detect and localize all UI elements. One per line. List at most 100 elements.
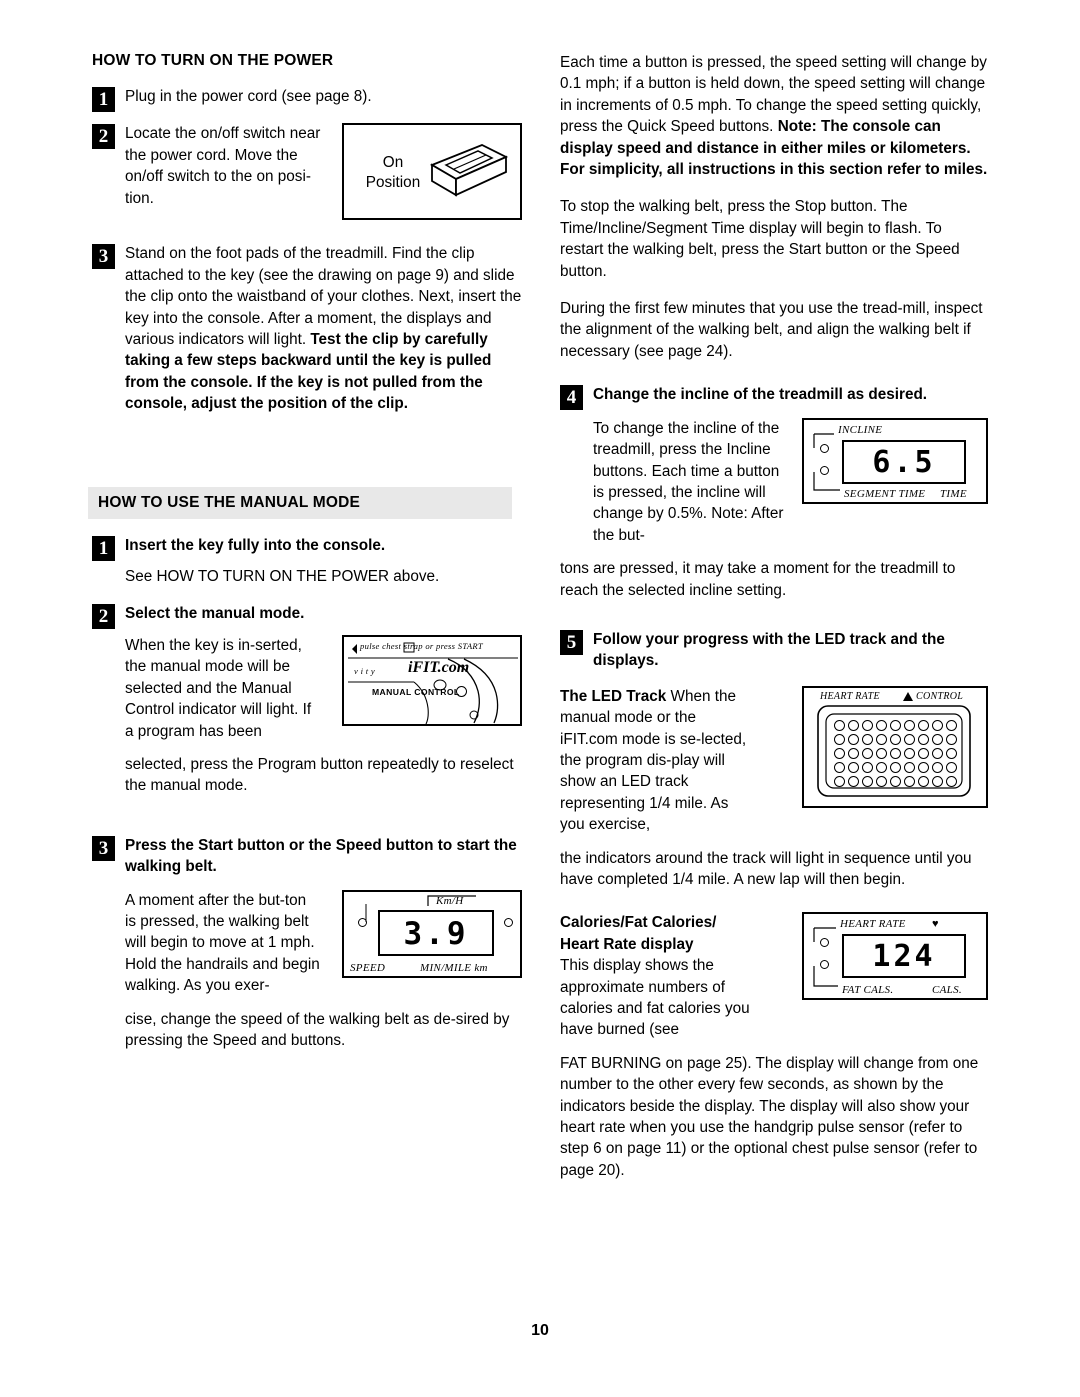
right-paragraph-1: Each time a button is pressed, the speed… [560,52,988,180]
right-paragraph-2: To stop the walking belt, press the Stop… [560,198,960,280]
led-dot [834,733,845,745]
step-4-body: To change the incline of the treadmill, … [593,419,784,544]
manual-step-3-block: 3.9 Km/H SPEED MIN/MILE km A moment afte… [92,889,522,997]
led-dot [876,719,887,731]
led-dot [904,733,915,745]
manual-step-1-body: See HOW TO TURN ON THE POWER above. [125,568,440,586]
led-dot [834,719,845,731]
led-dot [946,747,957,759]
calorie-display-block: 124 HEART RATE ♥ FAT CALS. CALS. Calorie… [560,912,988,1040]
step-number: 1 [92,535,115,561]
incline-display-figure: 6.5 INCLINE SEGMENT TIME TIME [802,417,988,504]
led-dot [918,733,929,745]
step-manual-3: 3 Press the Start button or the Speed bu… [92,835,522,878]
led-dot [890,747,901,759]
led-track-figure: HEART RATE CONTROL [802,685,988,808]
manual-step-2-cont: selected, press the Program button repea… [125,755,514,795]
led-track-text: The LED Track When the manual mode or th… [560,686,756,836]
led-dot [904,719,915,731]
led-dot [890,719,901,731]
calorie-bold-line2: Heart Rate display [560,935,694,953]
led-dot [848,775,859,787]
step-text: Stand on the foot pads of the treadmill.… [125,243,522,414]
heading-how-to-turn-on-the-power: HOW TO TURN ON THE POWER [92,52,334,69]
manual-step-2-body: When the key is in-serted, the manual mo… [125,636,312,740]
step-text: Locate the on/off switch near the power … [125,125,321,207]
step-heading: Select the manual mode. [125,603,522,624]
page-number: 10 [531,1322,549,1339]
led-dot [932,775,943,787]
step-number: 2 [92,124,115,150]
step-bold-text: Select the manual mode. [125,605,305,623]
led-dot [848,761,859,773]
step-heading: Change the incline of the treadmill as d… [593,384,988,405]
led-dot [904,761,915,773]
manual-step-2-block: pulse chest strap or press START v i t y… [92,634,522,742]
led-dot [862,775,873,787]
led-track-bold: The LED Track [560,687,671,705]
step-power-2: On Position 2 Locate the on/off switch n… [92,123,522,227]
led-dot [848,733,859,745]
step-manual-1: 1 Insert the key fully into the console. [92,535,522,561]
led-track-drawing [817,691,971,797]
manual-step-3-body: A moment after the but-ton is pressed, t… [125,891,320,995]
calorie-display-lines [813,927,838,988]
step-4-block: 6.5 INCLINE SEGMENT TIME TIME To change … [560,417,988,546]
led-dot [876,775,887,787]
step-bold-text: Insert the key fully into the console. [125,536,386,554]
led-dot [918,761,929,773]
step-text: Plug in the power cord (see page 8). [125,88,372,105]
right-paragraph-3: During the first few minutes that you us… [560,300,983,360]
left-column: HOW TO TURN ON THE POWER 1 Plug in the p… [88,52,522,1067]
switch-label-line2: Position [365,174,421,192]
right-column: Each time a button is pressed, the speed… [560,52,988,1197]
step-number: 4 [560,385,583,411]
step-power-1: 1 Plug in the power cord (see page 8). [92,86,522,112]
step-bold-text: Press the Start button or the Speed butt… [125,836,517,876]
switch-drawing-icon [429,144,509,197]
switch-label-line1: On [382,154,404,172]
manual-control-label: MANUAL CONTROL [372,686,460,697]
led-dot [932,761,943,773]
led-dot [848,747,859,759]
led-dot [876,733,887,745]
led-dot [890,775,901,787]
calorie-display-text: Calories/Fat Calories/Heart Rate display… [560,912,756,1040]
step-number: 1 [92,87,115,112]
manual-page: HOW TO TURN ON THE POWER 1 Plug in the p… [0,0,1080,1397]
step-number: 5 [560,629,583,655]
led-dot [862,719,873,731]
speed-display-figure: 3.9 Km/H SPEED MIN/MILE km [342,889,522,978]
led-dot [834,761,845,773]
led-track-block: HEART RATE CONTROL The LED Track When th… [560,685,988,836]
ifit-mid-label: v i t y [354,665,375,676]
led-dot [904,747,915,759]
led-dot [918,775,929,787]
incline-display-lines [813,433,840,491]
step-heading: Press the Start button or the Speed butt… [125,835,522,878]
led-dot [946,761,957,773]
step-number: 3 [92,835,115,861]
led-dot [932,719,943,731]
led-dot [932,733,943,745]
led-dot [862,761,873,773]
switch-label: On Position [362,153,424,193]
step-bold-text: Change the incline of the treadmill as d… [593,386,928,404]
step-power-3: 3 Stand on the foot pads of the treadmil… [92,243,522,414]
led-track-cont: the indicators around the track will lig… [560,849,972,888]
on-off-switch-figure: On Position [342,123,522,221]
step-incline-4: 4 Change the incline of the treadmill as… [560,384,988,411]
step-number: 2 [92,604,115,630]
manual-control-indicator [456,685,467,697]
led-dot [890,761,901,773]
led-dot [946,719,957,731]
led-dot [946,775,957,787]
led-dot [834,747,845,759]
step-number: 3 [92,244,115,270]
led-dot [946,733,957,745]
ifit-logo: iFIT.com [408,658,470,676]
step-heading: Insert the key fully into the console. [125,535,522,556]
calorie-display-cont: FAT BURNING on page 25). The display wil… [560,1054,979,1179]
led-dot [862,733,873,745]
heading-how-to-use-the-manual-mode: HOW TO USE THE MANUAL MODE [88,486,512,519]
